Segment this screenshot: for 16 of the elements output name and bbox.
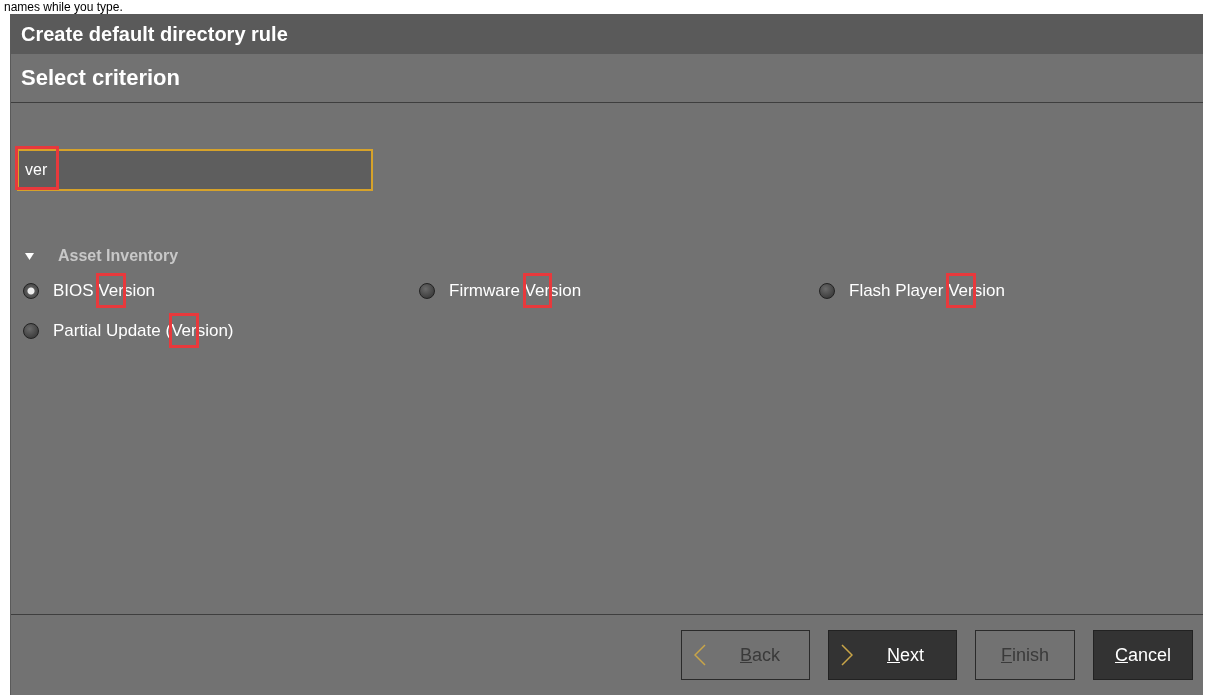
dialog-button[interactable]: Cancel	[1093, 630, 1193, 680]
radio-button[interactable]	[23, 323, 39, 339]
radio-button[interactable]	[23, 283, 39, 299]
next-button[interactable]: Next	[828, 630, 957, 680]
collapse-triangle-icon[interactable]	[25, 251, 34, 261]
caption-text: names while you type.	[4, 0, 123, 14]
step-title: Select criterion	[21, 65, 180, 91]
option-label[interactable]: Flash Player Version	[845, 271, 1009, 311]
search-field[interactable]: ver	[17, 149, 373, 191]
chevron-left-icon	[694, 644, 706, 666]
chevron-right-icon	[841, 644, 853, 666]
radio-button[interactable]	[419, 283, 435, 299]
option-label[interactable]: BIOS Version	[49, 271, 160, 311]
dialog-title: Create default directory rule	[21, 22, 288, 46]
group-label: Asset Inventory	[58, 247, 179, 265]
radio-button[interactable]	[819, 283, 835, 299]
